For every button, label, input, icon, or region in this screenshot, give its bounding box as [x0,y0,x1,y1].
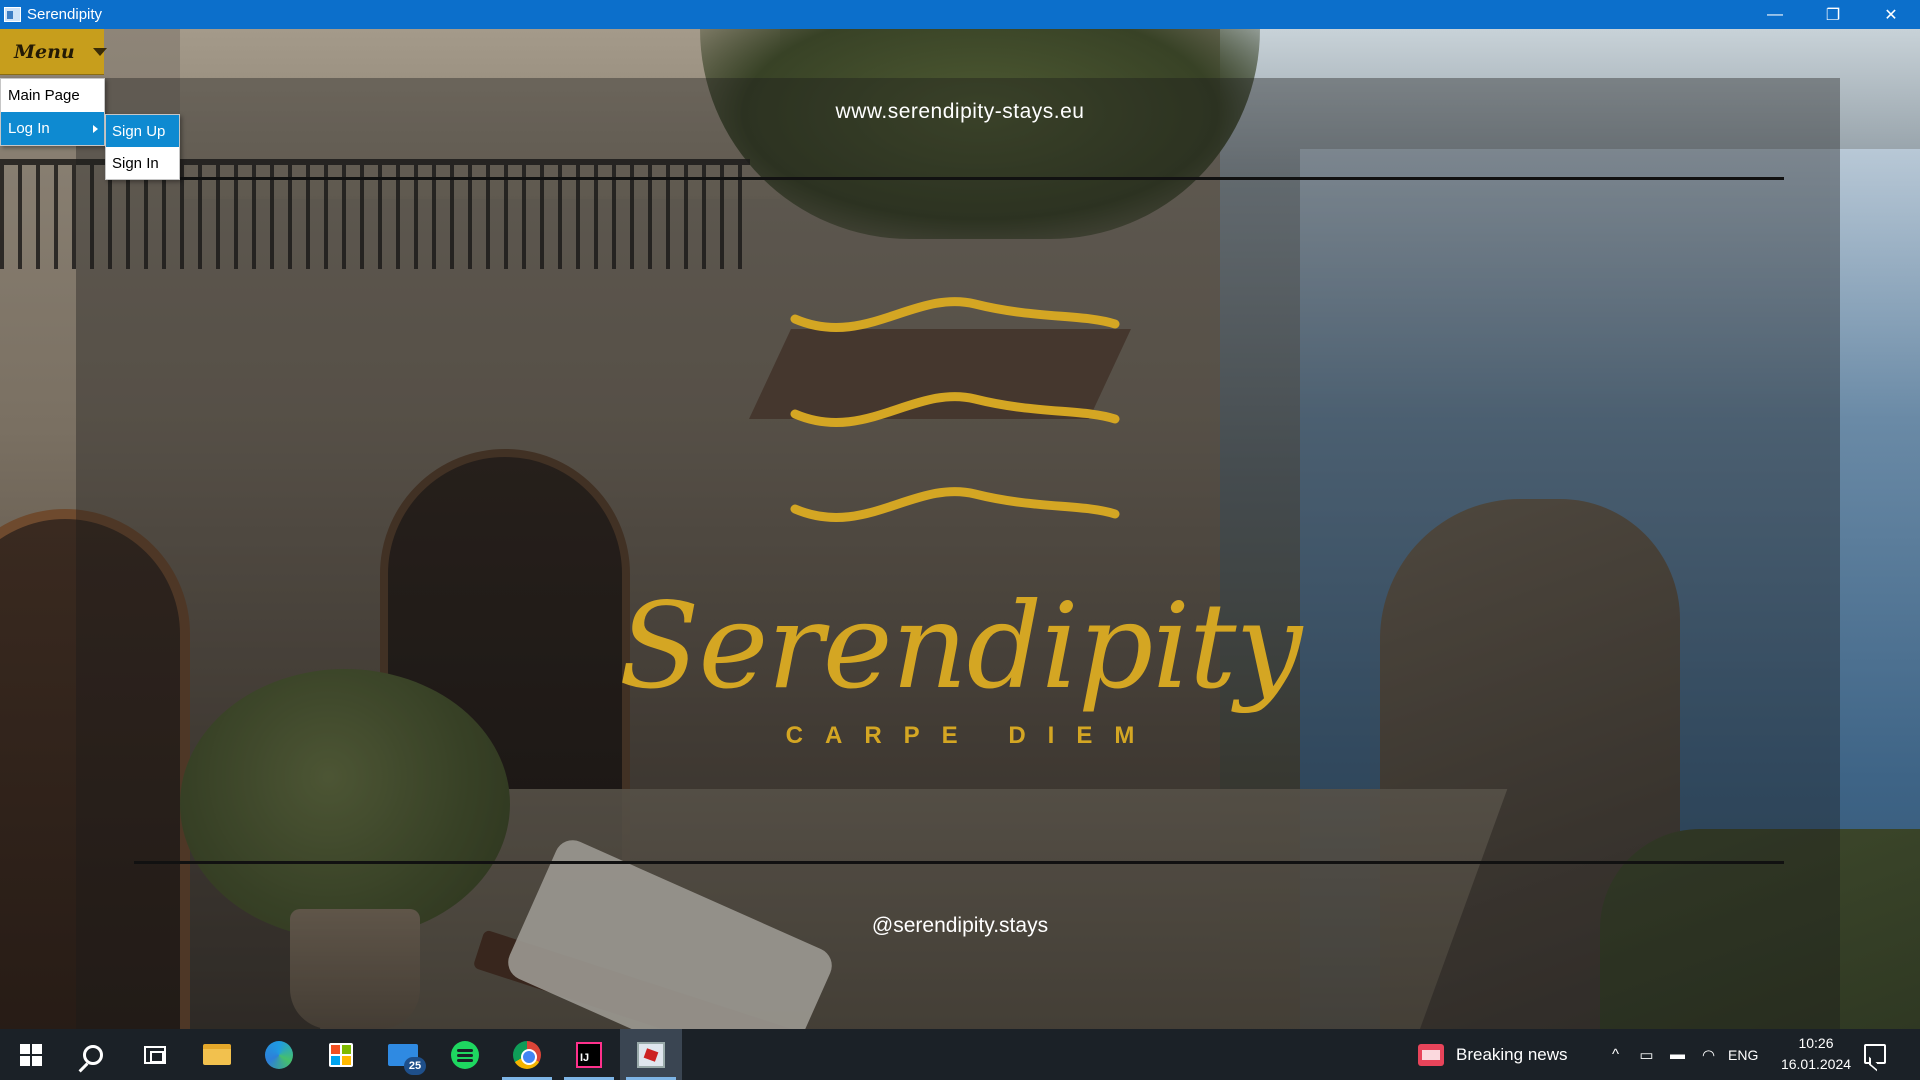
battery-icon[interactable]: ▬ [1662,1046,1693,1063]
serendipity-app-icon [637,1041,665,1068]
news-widget[interactable]: Breaking news [1418,1029,1568,1080]
windows-start-icon [20,1043,42,1066]
minimize-button[interactable]: — [1746,0,1804,29]
menu-dropdown: Main Page Log In [0,78,105,146]
window-controls: — ❐ ✕ [1746,0,1920,29]
system-tray: ^ ▭ ▬ ◠ ENG [1600,1029,1758,1080]
search-icon [83,1044,103,1065]
menu-item-main-page[interactable]: Main Page [1,79,104,112]
submenu-item-sign-up[interactable]: Sign Up [106,115,179,147]
news-icon [1418,1043,1444,1066]
content-overlay [76,78,1840,1029]
spotify-icon [451,1040,479,1069]
login-submenu: Sign Up Sign In [105,114,180,180]
taskbar-intellij[interactable]: IJ [558,1029,620,1080]
clock-time: 10:26 [1798,1035,1834,1051]
divider-top [134,177,1784,180]
brand-logo-text: Serendipity [618,577,1303,715]
brand-tagline: CARPE DIEM [785,722,1157,749]
task-view-icon [144,1045,166,1064]
intellij-icon: IJ [576,1041,602,1068]
menu-item-label: Main Page [8,87,80,104]
task-view-button[interactable] [124,1029,186,1080]
mail-unread-badge: 25 [404,1056,426,1075]
app-icon [4,7,21,22]
taskbar-store[interactable] [310,1029,372,1080]
news-label: Breaking news [1456,1044,1568,1064]
submenu-item-label: Sign Up [112,122,166,140]
tray-device-icon[interactable]: ▭ [1631,1046,1662,1064]
store-icon [329,1042,353,1067]
taskbar-clock[interactable]: 10:26 16.01.2024 [1776,1033,1856,1075]
submenu-item-sign-in[interactable]: Sign In [106,147,179,179]
taskbar-edge[interactable] [248,1029,310,1080]
taskbar-spotify[interactable] [434,1029,496,1080]
taskbar-search-button[interactable] [62,1029,124,1080]
divider-bottom [134,861,1784,864]
chevron-down-icon [92,47,107,56]
close-button[interactable]: ✕ [1862,0,1920,29]
mail-icon: 25 [388,1043,426,1075]
notification-center-icon[interactable] [1864,1044,1886,1064]
taskbar-mail[interactable]: 25 [372,1029,434,1080]
chevron-right-icon [93,125,98,133]
file-explorer-icon [203,1044,231,1065]
menu-button-label: Menu [14,40,75,63]
taskbar-serendipity-app[interactable] [620,1029,682,1080]
restore-button[interactable]: ❐ [1804,0,1862,29]
edge-icon [265,1040,293,1069]
clock-date: 16.01.2024 [1780,1056,1852,1072]
language-indicator[interactable]: ENG [1728,1047,1758,1063]
chrome-icon [513,1040,541,1069]
taskbar-file-explorer[interactable] [186,1029,248,1080]
start-button[interactable] [0,1029,62,1080]
menu-button[interactable]: Menu [0,29,107,75]
menu-item-label: Log In [8,120,50,137]
social-handle: @serendipity.stays [871,914,1049,937]
website-url: www.serendipity-stays.eu [835,100,1085,123]
window-title: Serendipity [27,6,103,23]
logo-waves-icon [790,297,1120,523]
tray-chevron-up-icon[interactable]: ^ [1600,1046,1631,1063]
window-title-bar: Serendipity — ❐ ✕ [0,0,1920,29]
taskbar-chrome[interactable] [496,1029,558,1080]
menu-item-log-in[interactable]: Log In [1,112,104,145]
submenu-item-label: Sign In [112,154,159,172]
wifi-icon[interactable]: ◠ [1693,1046,1724,1064]
